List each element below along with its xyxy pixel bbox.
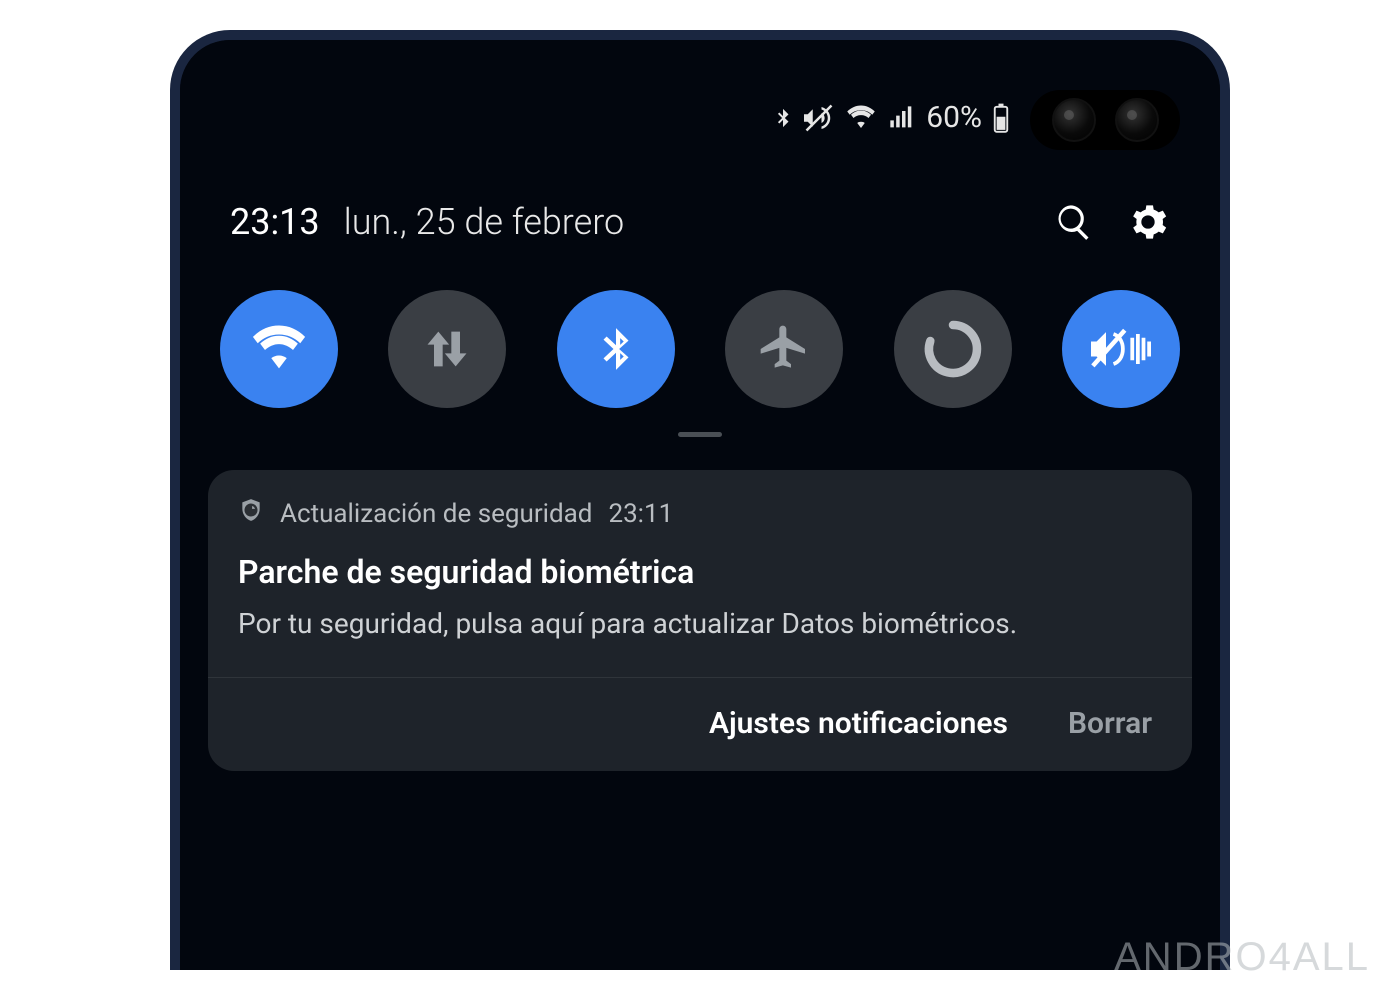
spinner-icon — [921, 317, 985, 381]
notification-settings-button[interactable]: Ajustes notificaciones — [709, 706, 1008, 741]
vibrate-mute-icon — [804, 103, 834, 133]
camera-lens — [1052, 98, 1096, 142]
notification-actions-row: Ajustes notificaciones Borrar — [238, 678, 1162, 771]
clock-time: 23:13 — [230, 201, 320, 243]
watermark-text: andro4all — [1114, 935, 1370, 980]
airplane-icon — [756, 321, 812, 377]
phone-frame: 60% 23:13 lun., 25 de febrero — [170, 30, 1230, 970]
notification-card[interactable]: Actualización de seguridad 23:11 Parche … — [208, 470, 1192, 771]
wifi-icon — [250, 320, 308, 378]
notification-app-name: Actualización de seguridad — [280, 499, 592, 529]
settings-button[interactable] — [1126, 200, 1170, 244]
shield-icon — [238, 496, 264, 531]
toggle-rotate[interactable] — [894, 290, 1012, 408]
time-date: 23:13 lun., 25 de febrero — [230, 201, 624, 243]
quick-settings-row — [220, 290, 1180, 408]
toggle-mobile-data[interactable] — [388, 290, 506, 408]
data-arrows-icon — [421, 323, 473, 375]
bluetooth-icon — [591, 320, 641, 378]
drag-handle[interactable] — [678, 432, 722, 437]
search-button[interactable] — [1052, 200, 1096, 244]
bluetooth-icon — [772, 103, 794, 133]
status-bar: 60% — [772, 100, 1010, 135]
toggle-sound[interactable] — [1062, 290, 1180, 408]
vibrate-icon — [1091, 322, 1151, 376]
wifi-icon — [844, 103, 878, 133]
toggle-bluetooth[interactable] — [557, 290, 675, 408]
toggle-wifi[interactable] — [220, 290, 338, 408]
signal-icon — [888, 104, 916, 132]
notification-time: 23:11 — [608, 499, 673, 529]
clear-button[interactable]: Borrar — [1068, 706, 1152, 741]
screen: 60% 23:13 lun., 25 de febrero — [180, 40, 1220, 970]
volume-up-button[interactable] — [170, 560, 174, 670]
notification-header: Actualización de seguridad 23:11 — [238, 496, 1162, 531]
notification-title: Parche de seguridad biométrica — [238, 553, 1162, 591]
search-icon — [1054, 202, 1094, 242]
panel-header: 23:13 lun., 25 de febrero — [230, 200, 1170, 244]
battery-percentage: 60% — [926, 100, 982, 135]
date-text: lun., 25 de febrero — [344, 201, 625, 243]
gear-icon — [1128, 202, 1168, 242]
toggle-airplane[interactable] — [725, 290, 843, 408]
notification-body: Por tu seguridad, pulsa aquí para actual… — [238, 605, 1162, 643]
volume-down-button[interactable] — [170, 690, 174, 800]
camera-cutout — [1030, 90, 1180, 150]
camera-lens — [1115, 98, 1159, 142]
battery-icon — [992, 103, 1010, 133]
